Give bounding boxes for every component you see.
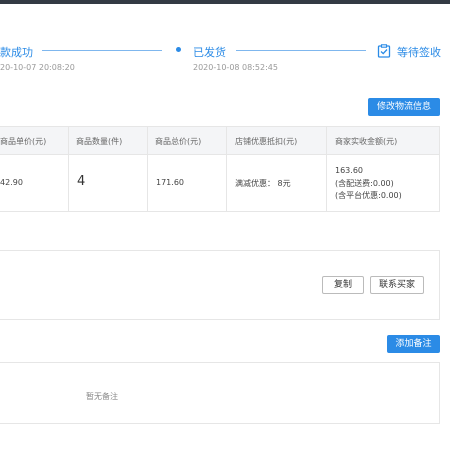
cell-quantity: 4 — [77, 174, 86, 189]
column-divider — [147, 127, 148, 211]
header-unit-price: 商品单价(元) — [0, 137, 47, 146]
table-header: 商品单价(元) 商品数量(件) 商品总价(元) 店铺优惠抵扣(元) 商家实收金额… — [0, 127, 439, 155]
cell-received-platform: (含平台优惠:0.00) — [335, 191, 402, 200]
cell-unit-price: 42.90 — [0, 178, 23, 187]
modify-logistics-button[interactable]: 修改物流信息 — [368, 98, 440, 116]
column-divider — [326, 127, 327, 211]
header-shop-discount: 店铺优惠抵扣(元) — [235, 137, 298, 146]
add-remark-button[interactable]: 添加备注 — [387, 335, 440, 353]
goods-table: 商品单价(元) 商品数量(件) 商品总价(元) 店铺优惠抵扣(元) 商家实收金额… — [0, 126, 440, 212]
step-paid-time: 20-10-07 20:08:20 — [0, 63, 75, 72]
header-quantity: 商品数量(件) — [76, 137, 123, 146]
cell-received-shipping: (含配送费:0.00) — [335, 179, 394, 188]
progress-line — [236, 50, 366, 51]
column-divider — [226, 127, 227, 211]
step-shipped-label: 已发货 — [193, 46, 226, 59]
contact-buyer-button[interactable]: 联系买家 — [370, 276, 424, 294]
step-shipped-dot — [176, 47, 181, 52]
progress-line — [42, 50, 162, 51]
step-shipped-time: 2020-10-08 08:52:45 — [193, 63, 278, 72]
remark-panel — [0, 362, 440, 424]
cell-received-amount: 163.60 — [335, 166, 363, 175]
step-awaiting-label: 等待签收 — [397, 46, 441, 59]
clipboard-check-icon — [377, 44, 391, 58]
column-divider — [68, 127, 69, 211]
cell-shop-discount: 满减优惠： 8元 — [235, 179, 291, 188]
top-bar — [0, 0, 450, 4]
header-total-price: 商品总价(元) — [155, 137, 202, 146]
copy-button[interactable]: 复制 — [322, 276, 364, 294]
header-received-amount: 商家实收金额(元) — [335, 137, 398, 146]
remark-empty-text: 暂无备注 — [86, 392, 118, 401]
cell-total-price: 171.60 — [156, 178, 184, 187]
step-paid-label: 款成功 — [0, 46, 33, 59]
